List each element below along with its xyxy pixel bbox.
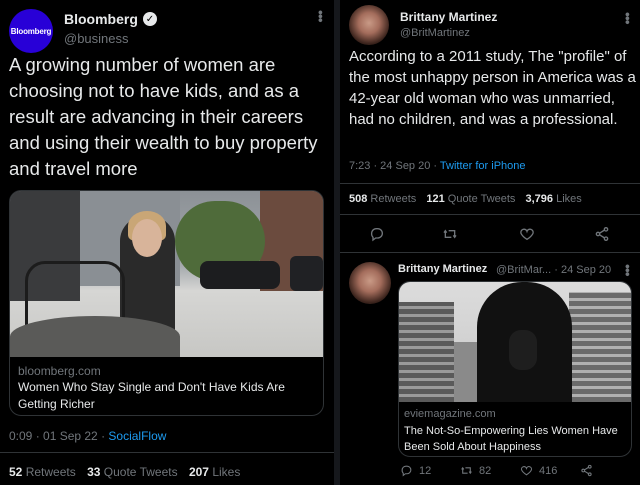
tweet-stats[interactable]: 52 Retweets 33 Quote Tweets 207 Likes [9, 465, 240, 479]
tweet-source[interactable]: SocialFlow [108, 429, 166, 443]
card-image [10, 191, 323, 357]
link-card[interactable]: bloomberg.com Women Who Stay Single and … [9, 190, 324, 416]
reply-action[interactable]: 12 [400, 464, 431, 477]
separator [340, 252, 640, 253]
bloomberg-avatar[interactable]: Bloomberg [9, 9, 53, 53]
tweet-text: A growing number of women are choosing n… [9, 54, 318, 179]
retweet-icon [461, 466, 472, 475]
author-name[interactable]: Bloomberg ✓ [64, 11, 157, 27]
reply-icon [401, 465, 412, 477]
likes-label: Likes [556, 193, 582, 205]
card-title: Women Who Stay Single and Don't Have Kid… [18, 380, 285, 411]
like-count: 416 [539, 464, 558, 477]
tweet-time: 0:09 · 01 Sep 22 · [9, 429, 109, 443]
quotes-count: 121 [426, 193, 445, 205]
reply-handle-time[interactable]: @BritMar... · 24 Sep 20 [496, 264, 611, 276]
tweet-text: According to a 2011 study, The "profile"… [349, 48, 636, 128]
brittany-tweet[interactable]: Brittany Martinez @BritMartinez ••• Acco… [340, 0, 640, 485]
retweets-label: Retweets [370, 193, 417, 205]
like-icon [520, 466, 533, 476]
like-icon[interactable] [519, 226, 535, 242]
reply-author-avatar[interactable] [349, 262, 391, 304]
quotes-label: Quote Tweets [447, 193, 516, 205]
tweet-stats[interactable]: 508 Retweets 121 Quote Tweets 3,796 Like… [349, 193, 582, 205]
link-card[interactable]: eviemagazine.com The Not-So-Empowering L… [398, 281, 632, 457]
bloomberg-tweet[interactable]: Bloomberg Bloomberg ✓ @business ••• A gr… [0, 0, 334, 485]
card-domain: eviemagazine.com [404, 408, 496, 420]
retweets-count: 52 [9, 465, 23, 479]
retweet-icon[interactable] [442, 226, 458, 242]
card-title: The Not-So-Empowering Lies Women Have Be… [404, 425, 618, 453]
quotes-count: 33 [87, 465, 101, 479]
author-name[interactable]: Brittany Martinez [400, 10, 497, 24]
author-handle[interactable]: @BritMartinez [400, 27, 470, 39]
avatar-label: Bloomberg [10, 26, 52, 36]
retweets-label: Retweets [25, 465, 76, 479]
separator [340, 214, 640, 215]
reply-icon[interactable] [369, 226, 385, 242]
likes-count: 207 [188, 465, 209, 479]
tweet-meta: 0:09 · 01 Sep 22 · SocialFlow [9, 429, 166, 443]
card-image [399, 282, 631, 402]
likes-count: 3,796 [525, 193, 554, 205]
author-avatar[interactable] [349, 5, 389, 45]
share-icon[interactable] [580, 464, 593, 477]
retweets-count: 508 [349, 193, 368, 205]
retweet-count: 82 [479, 464, 492, 477]
share-icon[interactable] [594, 226, 610, 242]
more-icon[interactable]: ••• [313, 10, 329, 22]
likes-label: Likes [212, 465, 241, 479]
verified-icon: ✓ [142, 12, 157, 26]
author-name-text: Bloomberg [64, 11, 138, 27]
separator [0, 452, 334, 453]
reply-author-name[interactable]: Brittany Martinez [398, 263, 487, 275]
retweet-action[interactable]: 82 [460, 464, 491, 477]
tweet-meta: 7:23 · 24 Sep 20 · Twitter for iPhone [349, 160, 526, 172]
more-icon[interactable]: ••• [620, 264, 636, 276]
tweet-source[interactable]: Twitter for iPhone [440, 160, 526, 172]
quotes-label: Quote Tweets [103, 465, 178, 479]
reply-count: 12 [419, 464, 432, 477]
author-handle[interactable]: @business [64, 31, 129, 46]
separator [340, 183, 640, 184]
like-action[interactable]: 416 [520, 464, 557, 477]
card-domain: bloomberg.com [18, 364, 101, 378]
tweet-time: 7:23 · 24 Sep 20 · [349, 160, 440, 172]
more-icon[interactable]: ••• [620, 12, 636, 24]
